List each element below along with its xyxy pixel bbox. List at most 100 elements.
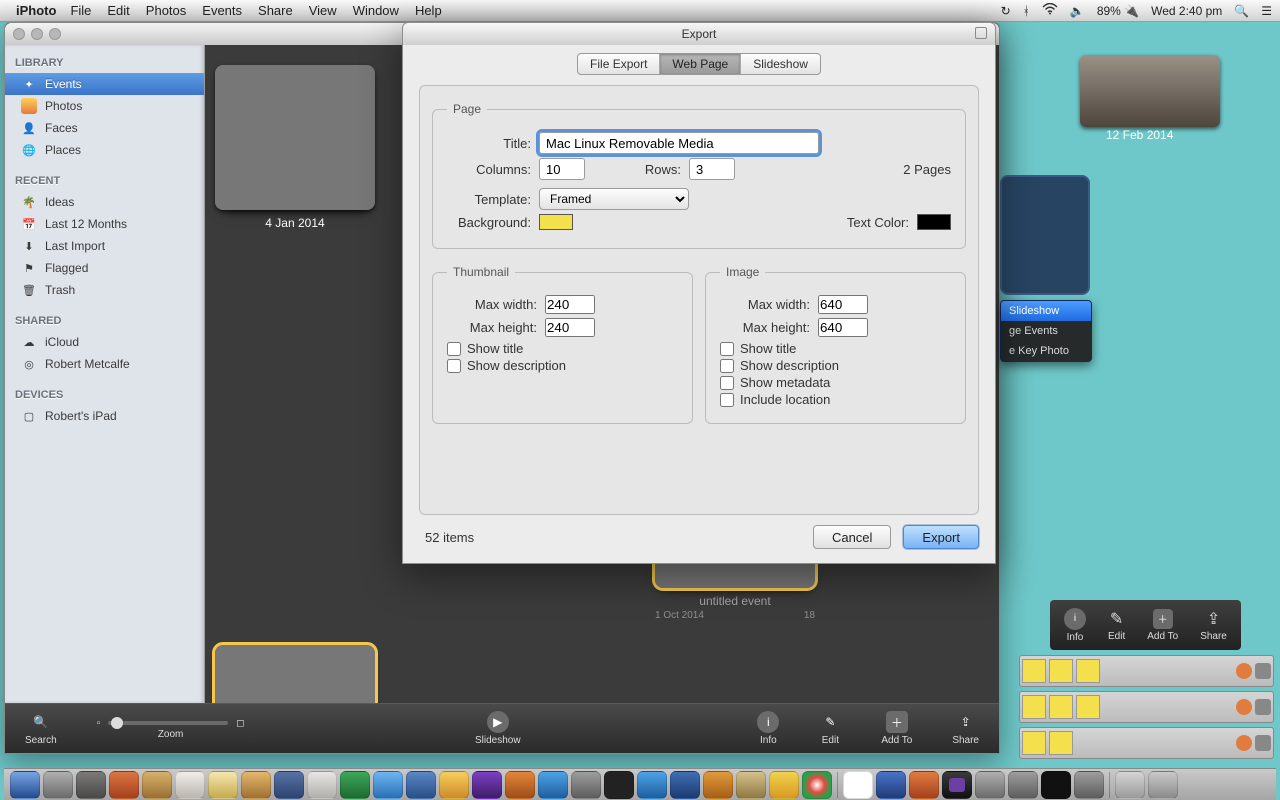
notification-center-icon[interactable]: ☰: [1261, 4, 1272, 18]
minimized-window[interactable]: [1019, 655, 1274, 687]
finder-icon[interactable]: [10, 771, 40, 799]
ibooks-icon[interactable]: [505, 771, 535, 799]
sidebar-item-icloud[interactable]: ☁iCloud: [5, 331, 204, 353]
app-icon[interactable]: [1074, 771, 1104, 799]
sidebar-item-places[interactable]: 🌐Places: [5, 139, 204, 161]
sidebar-item-flagged[interactable]: ⚑Flagged: [5, 257, 204, 279]
minimize-icon[interactable]: [31, 28, 43, 40]
sidebar-item-ideas[interactable]: 🌴Ideas: [5, 191, 204, 213]
menu-photos[interactable]: Photos: [146, 3, 186, 18]
rows-input[interactable]: [689, 158, 735, 180]
notes-icon[interactable]: [208, 771, 238, 799]
close-icon[interactable]: [13, 28, 25, 40]
context-item-keyphoto[interactable]: e Key Photo: [1001, 341, 1091, 361]
itunes-icon[interactable]: [472, 771, 502, 799]
app-icon[interactable]: [76, 771, 106, 799]
wifi-icon[interactable]: [1042, 3, 1058, 18]
terminal-icon[interactable]: [1041, 771, 1071, 799]
app-icon[interactable]: [736, 771, 766, 799]
slideshow-button[interactable]: ▶Slideshow: [475, 711, 521, 746]
systemprefs-icon[interactable]: [571, 771, 601, 799]
messages-icon[interactable]: [373, 771, 403, 799]
export-button[interactable]: Export: [903, 525, 979, 549]
dashboard-icon[interactable]: [43, 771, 73, 799]
title-input[interactable]: [539, 132, 819, 154]
menu-edit[interactable]: Edit: [107, 3, 129, 18]
sidebar-item-last12[interactable]: 📅Last 12 Months: [5, 213, 204, 235]
thumb-show-title-checkbox[interactable]: Show title: [447, 341, 678, 356]
downloads-icon[interactable]: [1115, 771, 1145, 799]
menu-events[interactable]: Events: [202, 3, 242, 18]
minimized-window[interactable]: [1019, 691, 1274, 723]
sidebar-item-shared-user[interactable]: ◎Robert Metcalfe: [5, 353, 204, 375]
edit-button[interactable]: ✎Edit: [819, 711, 841, 746]
context-item-slideshow[interactable]: Slideshow: [1001, 301, 1091, 321]
bluetooth-icon[interactable]: ᚼ: [1023, 4, 1030, 18]
img-maxw-input[interactable]: [818, 295, 868, 314]
menu-window[interactable]: Window: [353, 3, 399, 18]
contacts-icon[interactable]: [142, 771, 172, 799]
tab-slideshow[interactable]: Slideshow: [741, 54, 820, 74]
info-button[interactable]: iInfo: [1064, 608, 1086, 643]
sidebar-item-trash[interactable]: 🗑Trash: [5, 279, 204, 301]
search-button[interactable]: 🔍Search: [25, 711, 57, 746]
app-icon[interactable]: [769, 771, 799, 799]
app-icon[interactable]: [1008, 771, 1038, 799]
context-item-merge[interactable]: ge Events: [1001, 321, 1091, 341]
facetime-icon[interactable]: [340, 771, 370, 799]
sidebar-item-photos[interactable]: Photos: [5, 95, 204, 117]
columns-input[interactable]: [539, 158, 585, 180]
battery-status[interactable]: 89% 🔌: [1097, 4, 1139, 18]
appstore-icon[interactable]: [538, 771, 568, 799]
slider-track[interactable]: [108, 721, 228, 725]
menu-help[interactable]: Help: [415, 3, 442, 18]
share-button[interactable]: ⇪Share: [1200, 609, 1227, 642]
terminal-icon[interactable]: [604, 771, 634, 799]
menu-share[interactable]: Share: [258, 3, 293, 18]
app-icon[interactable]: [703, 771, 733, 799]
minimized-window[interactable]: [1019, 727, 1274, 759]
info-button[interactable]: iInfo: [757, 711, 779, 746]
sidebar-item-lastimport[interactable]: ⬇Last Import: [5, 235, 204, 257]
img-show-meta-checkbox[interactable]: Show metadata: [720, 375, 951, 390]
reminders-icon[interactable]: [241, 771, 271, 799]
zoom-icon[interactable]: [49, 28, 61, 40]
app-icon[interactable]: [406, 771, 436, 799]
menu-file[interactable]: File: [70, 3, 91, 18]
app-icon[interactable]: [670, 771, 700, 799]
slideshow-stack[interactable]: [1000, 175, 1090, 295]
sidebar-item-faces[interactable]: 👤Faces: [5, 117, 204, 139]
firefox-icon[interactable]: [909, 771, 939, 799]
thumb-maxw-input[interactable]: [545, 295, 595, 314]
volume-icon[interactable]: 🔈: [1070, 4, 1085, 18]
app-icon[interactable]: [109, 771, 139, 799]
img-show-desc-checkbox[interactable]: Show description: [720, 358, 951, 373]
chrome-icon[interactable]: [802, 771, 832, 799]
app-icon[interactable]: [637, 771, 667, 799]
sidebar-item-ipad[interactable]: ▢Robert's iPad: [5, 405, 204, 427]
imovie-icon[interactable]: [942, 771, 972, 799]
safari-icon[interactable]: [307, 771, 337, 799]
img-include-location-checkbox[interactable]: Include location: [720, 392, 951, 407]
mail-icon[interactable]: [274, 771, 304, 799]
clock[interactable]: Wed 2:40 pm: [1151, 4, 1222, 18]
event-thumb[interactable]: untitled event 1 Oct 201436: [215, 645, 375, 703]
tab-web-page[interactable]: Web Page: [660, 54, 741, 74]
app-name[interactable]: iPhoto: [16, 3, 56, 18]
thumb-show-desc-checkbox[interactable]: Show description: [447, 358, 678, 373]
timemachine-icon[interactable]: ↻: [1001, 4, 1011, 18]
edit-button[interactable]: ✎Edit: [1108, 609, 1125, 642]
tab-file-export[interactable]: File Export: [578, 54, 660, 74]
event-thumb[interactable]: 4 Jan 2014: [215, 65, 375, 230]
share-button[interactable]: ⇪Share: [952, 711, 979, 746]
text-color-well[interactable]: [917, 214, 951, 230]
fullscreen-icon[interactable]: [975, 27, 987, 39]
sidebar-item-events[interactable]: ✦Events: [5, 73, 204, 95]
menu-view[interactable]: View: [309, 3, 337, 18]
calendar-icon[interactable]: [175, 771, 205, 799]
img-maxh-input[interactable]: [818, 318, 868, 337]
thumb-maxh-input[interactable]: [545, 318, 595, 337]
trash-icon[interactable]: [1148, 771, 1178, 799]
zoom-slider[interactable]: ▫◻ Zoom: [97, 718, 245, 740]
addto-button[interactable]: ＋Add To: [1147, 609, 1178, 642]
